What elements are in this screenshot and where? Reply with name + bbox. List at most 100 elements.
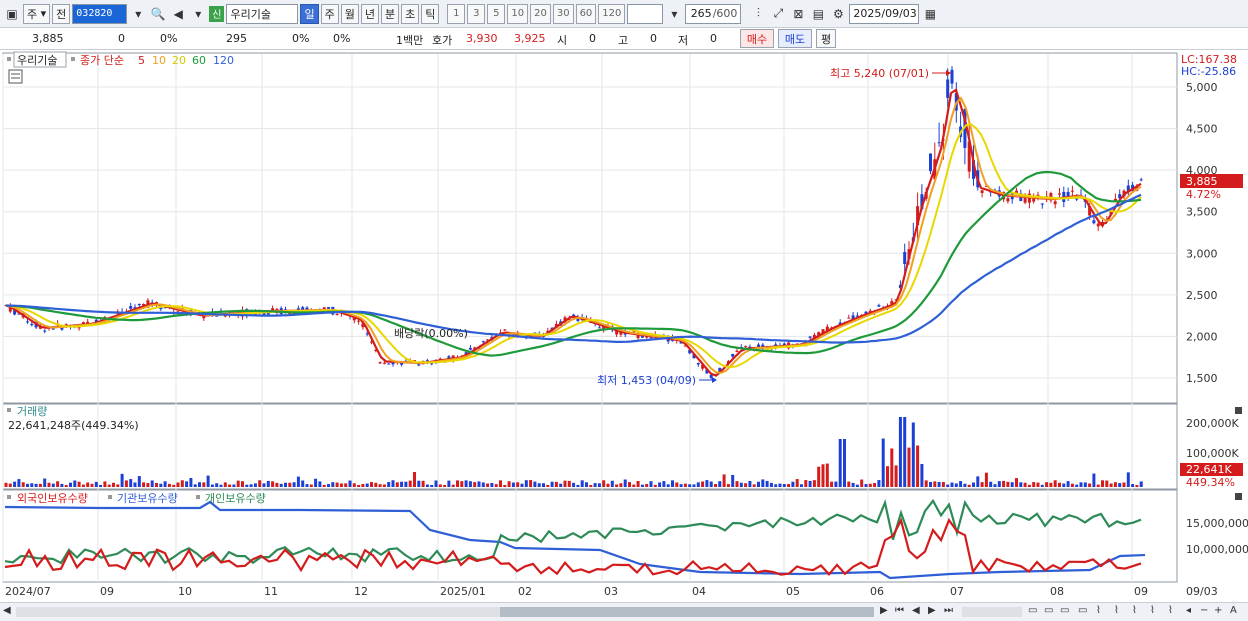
first-icon[interactable]: ⏮ <box>895 605 904 616</box>
search-icon[interactable]: 🔍 <box>149 4 167 24</box>
tool-icon[interactable]: ⌇ <box>1168 605 1173 616</box>
layout-icon[interactable]: ▭ <box>1044 605 1053 616</box>
zoom-track[interactable] <box>962 607 1022 617</box>
plus-icon[interactable]: + <box>1214 605 1222 616</box>
prev-button[interactable]: 전 <box>52 3 71 24</box>
volume-bar <box>653 484 657 487</box>
tab-period-minute[interactable]: 분 <box>380 3 400 24</box>
interval-3[interactable]: 3 <box>467 3 486 24</box>
play-icon[interactable]: ▶ <box>880 605 888 616</box>
tab-period-year[interactable]: 년 <box>360 3 379 24</box>
custom-interval-input[interactable] <box>627 3 664 24</box>
speaker-icon[interactable]: ◀ <box>169 4 187 24</box>
candle-body <box>417 364 421 366</box>
volume-bar <box>400 481 404 487</box>
sell-button[interactable]: 매도 <box>778 29 812 48</box>
volume-bar <box>585 482 588 487</box>
volume-bar <box>241 481 244 487</box>
interval-30[interactable]: 30 <box>552 3 574 24</box>
tool-icon[interactable]: ⌇ <box>1096 605 1101 616</box>
calculator-icon[interactable] <box>8 69 23 84</box>
volume-bar <box>769 482 773 487</box>
price-tick-label: 2,500 <box>1186 289 1218 302</box>
volume-bar <box>860 479 864 487</box>
buy-button[interactable]: 매수 <box>740 29 774 48</box>
volume-bar <box>688 484 692 487</box>
chevron-down-icon[interactable]: ▾ <box>129 4 147 24</box>
chevron-down-icon[interactable]: ▾ <box>665 4 683 24</box>
scroll-thumb[interactable] <box>500 607 874 617</box>
volume-bar <box>309 484 313 487</box>
stock-name-field[interactable]: 우리기술 <box>226 3 299 24</box>
layout-icon[interactable]: ▭ <box>1060 605 1069 616</box>
volume-bar <box>903 417 907 487</box>
candle-body <box>51 328 55 330</box>
candle-body <box>597 327 601 329</box>
volume-bar <box>722 474 726 487</box>
tab-period-month[interactable]: 월 <box>340 3 359 24</box>
interval-60[interactable]: 60 <box>575 3 597 24</box>
x-tick-label: 12 <box>354 585 368 598</box>
quote-info-row: 3,885 0 0% 295 0% 0% 1백만 호가 3,930 3,925 … <box>0 28 1248 50</box>
overlay-icon[interactable]: ⊠ <box>789 4 807 24</box>
date-input[interactable]: 2025/09/03 <box>849 3 920 24</box>
chart-tool-icon[interactable]: ⤢ <box>769 4 787 24</box>
volume-bar <box>464 480 468 487</box>
tab-period-week[interactable]: 주 <box>320 3 339 24</box>
avg-button[interactable]: 평 <box>816 29 836 48</box>
tab-period-second[interactable]: 초 <box>401 3 420 24</box>
candle-icon[interactable]: ⫶ <box>749 4 767 24</box>
volume-bar <box>236 480 240 487</box>
volume-bar <box>357 484 361 487</box>
layout-icon[interactable]: ▭ <box>1078 605 1087 616</box>
interval-10[interactable]: 10 <box>507 3 529 24</box>
period-main-select[interactable]: 주 ▾ <box>23 3 51 24</box>
chevron-down-icon[interactable]: ▾ <box>189 4 207 24</box>
volume-bar <box>757 481 760 487</box>
interval-5[interactable]: 5 <box>487 3 506 24</box>
close-icon[interactable] <box>1235 407 1242 414</box>
scroll-left-icon[interactable]: ◀ <box>3 605 11 616</box>
next-icon[interactable]: ▶ <box>928 605 936 616</box>
layout-icon[interactable]: ▣ <box>3 4 21 24</box>
volume-bar <box>249 484 253 487</box>
count-input[interactable]: 265/600 <box>685 3 742 24</box>
tool-icon[interactable]: ⌇ <box>1150 605 1155 616</box>
ma-legend-60: 60 <box>192 54 206 67</box>
volume-bar <box>1109 483 1113 487</box>
volume-bar <box>920 464 924 487</box>
tool-icon[interactable]: ⌇ <box>1114 605 1119 616</box>
text-size-icon[interactable]: A <box>1230 605 1237 616</box>
calendar-icon[interactable]: ▦ <box>921 4 939 24</box>
candle-body <box>327 307 330 309</box>
price-tick-label: 5,000 <box>1186 81 1218 94</box>
last-icon[interactable]: ⏭ <box>944 605 953 616</box>
minus-icon[interactable]: − <box>1200 605 1208 616</box>
interval-20[interactable]: 20 <box>530 3 551 24</box>
interval-1[interactable]: 1 <box>447 3 466 24</box>
chart-area[interactable]: 우리기술 종가 단순 5 10 20 60 120 LC:167.38 HC:-… <box>0 50 1248 602</box>
volume-bar <box>989 481 993 487</box>
gear-icon[interactable]: ⚙ <box>829 4 847 24</box>
candle-body <box>1058 193 1061 195</box>
chart-canvas[interactable]: 우리기술 종가 단순 5 10 20 60 120 LC:167.38 HC:-… <box>0 50 1248 602</box>
save-icon[interactable]: ▤ <box>809 4 827 24</box>
volume-bar <box>890 448 894 487</box>
candle-body <box>946 79 950 98</box>
volume-bar <box>481 482 485 487</box>
tab-period-tick[interactable]: 틱 <box>421 3 440 24</box>
volume-bar <box>1015 478 1018 487</box>
tool-icon[interactable]: ⌇ <box>1132 605 1137 616</box>
interval-120[interactable]: 120 <box>598 3 626 24</box>
prev-icon[interactable]: ◀ <box>912 605 920 616</box>
close-icon[interactable] <box>1235 493 1242 500</box>
volume-bar <box>430 484 434 487</box>
volume-bar <box>314 478 318 487</box>
volume-bar <box>468 481 472 487</box>
volume-bar <box>34 483 38 487</box>
layout-icon[interactable]: ▭ <box>1028 605 1037 616</box>
volume-bar <box>103 481 107 487</box>
zoom-out-icon[interactable]: ◂ <box>1186 605 1191 616</box>
tab-period-day[interactable]: 일 <box>300 3 319 24</box>
stock-code-input[interactable]: 032820 <box>72 3 128 24</box>
